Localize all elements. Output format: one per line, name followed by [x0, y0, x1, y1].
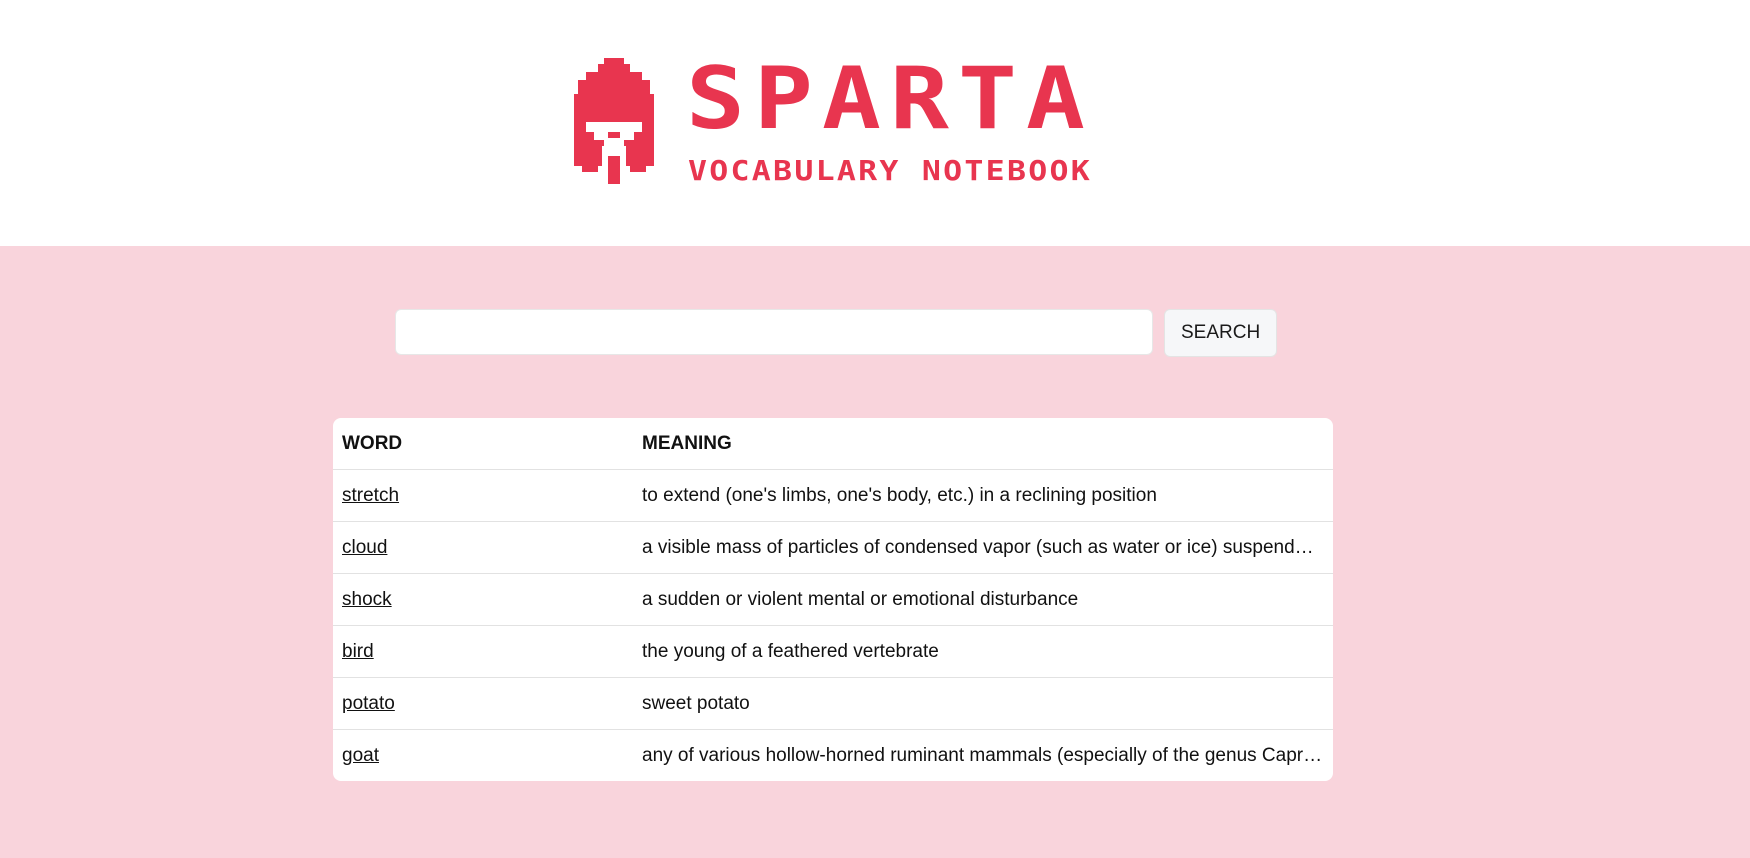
word-cell: shock [333, 573, 633, 626]
column-header-meaning: MEANING [633, 418, 1333, 470]
spartan-helmet-icon [574, 58, 654, 184]
table-row: goat any of various hollow-horned rumina… [333, 730, 1333, 782]
meaning-cell: the young of a feathered vertebrate [633, 625, 1333, 678]
main-content: SEARCH WORD MEANING stretch to extend (o… [0, 246, 1750, 858]
word-link[interactable]: stretch [342, 485, 399, 506]
table-row: stretch to extend (one's limbs, one's bo… [333, 469, 1333, 522]
meaning-cell: any of various hollow-horned ruminant ma… [642, 744, 1333, 766]
search-button[interactable]: SEARCH [1164, 309, 1278, 357]
word-link[interactable]: bird [342, 641, 374, 662]
header: SPARTA VOCABULARY NOTEBOOK [0, 0, 1750, 246]
table-header-row: WORD MEANING [333, 418, 1333, 470]
logo-graphic: SPARTA VOCABULARY NOTEBOOK [574, 58, 1094, 184]
table-row: potato sweet potato [333, 677, 1333, 730]
vocabulary-table: WORD MEANING stretch to extend (one's li… [333, 418, 1333, 781]
word-cell: bird [333, 625, 633, 678]
meaning-cell: to extend (one's limbs, one's body, etc.… [633, 469, 1333, 522]
meaning-cell: a visible mass of particles of condensed… [633, 521, 1333, 574]
word-cell: goat [333, 730, 633, 782]
brand-subtitle: VOCABULARY NOTEBOOK [688, 154, 1092, 184]
word-link[interactable]: shock [342, 589, 392, 610]
table-row: cloud a visible mass of particles of con… [333, 521, 1333, 574]
word-link[interactable]: potato [342, 693, 395, 714]
word-cell: cloud [333, 521, 633, 574]
table-row: bird the young of a feathered vertebrate [333, 625, 1333, 678]
logo[interactable]: SPARTA VOCABULARY NOTEBOOK [574, 58, 1094, 184]
word-cell: potato [333, 677, 633, 730]
table-row: shock a sudden or violent mental or emot… [333, 573, 1333, 626]
word-link[interactable]: cloud [342, 537, 387, 558]
search-input[interactable] [395, 309, 1153, 355]
meaning-cell: a sudden or violent mental or emotional … [633, 573, 1333, 626]
search-bar: SEARCH [395, 309, 1278, 357]
word-cell: stretch [333, 469, 633, 522]
word-link[interactable]: goat [342, 745, 379, 766]
column-header-word: WORD [333, 418, 633, 470]
brand-title: SPARTA [686, 58, 1094, 149]
meaning-cell: sweet potato [633, 677, 1333, 730]
